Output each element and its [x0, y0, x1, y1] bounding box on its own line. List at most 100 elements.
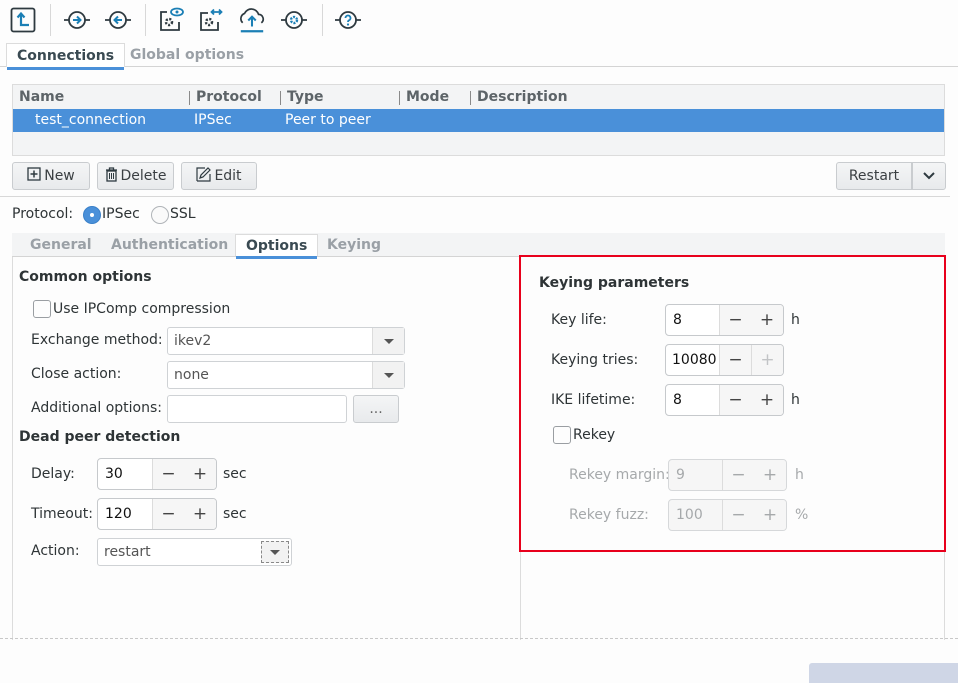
ike-lifetime-label: IKE lifetime:: [551, 392, 636, 408]
timeout-unit: sec: [223, 506, 247, 522]
action-label: Action:: [31, 543, 80, 559]
rekey-checkbox[interactable]: [553, 426, 571, 444]
action-value: restart: [104, 544, 151, 560]
rekey-margin-unit: h: [795, 467, 804, 483]
restart-menu-button[interactable]: [912, 162, 946, 190]
dpd-title: Dead peer detection: [19, 429, 181, 445]
dropdown-arrow-icon[interactable]: [261, 541, 289, 563]
browse-button[interactable]: ...: [353, 395, 399, 423]
column-header-name[interactable]: Name: [19, 89, 64, 105]
tab-authentication[interactable]: Authentication: [101, 234, 238, 256]
action-select[interactable]: restart: [97, 538, 292, 566]
increment-button[interactable]: +: [184, 459, 216, 489]
radio-ssl[interactable]: [151, 206, 169, 224]
rekey-fuzz-unit: %: [795, 507, 809, 523]
delay-value[interactable]: 30: [98, 459, 152, 489]
tab-keying[interactable]: Keying: [317, 234, 391, 256]
decrement-button[interactable]: −: [152, 459, 184, 489]
import-icon[interactable]: [9, 6, 37, 34]
decrement-button[interactable]: −: [719, 385, 751, 415]
column-header-description[interactable]: Description: [477, 89, 568, 105]
upload-icon[interactable]: [238, 6, 266, 34]
key-life-spinner[interactable]: 8 − +: [665, 304, 784, 336]
radio-ssl-label[interactable]: SSL: [170, 206, 196, 222]
key-life-label: Key life:: [551, 312, 607, 328]
increment-button[interactable]: +: [751, 345, 783, 375]
restart-button[interactable]: Restart: [836, 162, 912, 190]
decrement-button[interactable]: −: [722, 500, 754, 530]
table-row[interactable]: test_connection IPSec Peer to peer: [13, 109, 944, 132]
keying-tries-value[interactable]: 10080: [666, 345, 719, 375]
exchange-method-value: ikev2: [174, 333, 212, 349]
tab-general[interactable]: General: [20, 234, 102, 256]
column-header-protocol[interactable]: Protocol: [196, 89, 262, 105]
decrement-button[interactable]: −: [719, 345, 751, 375]
dropdown-arrow-icon[interactable]: [372, 328, 404, 354]
exchange-method-select[interactable]: ikev2: [167, 327, 405, 355]
ipcomp-label[interactable]: Use IPComp compression: [53, 301, 230, 317]
decrement-button[interactable]: −: [719, 305, 751, 335]
add-icon: [27, 167, 41, 185]
view-config-icon[interactable]: [157, 6, 185, 34]
tab-options[interactable]: Options: [235, 234, 319, 259]
keying-title: Keying parameters: [539, 275, 690, 291]
new-label: New: [44, 168, 75, 184]
bottom-button[interactable]: [809, 663, 958, 683]
help-icon[interactable]: [334, 6, 362, 34]
radio-ipsec-label[interactable]: IPSec: [102, 206, 140, 222]
rekey-fuzz-label: Rekey fuzz:: [569, 507, 649, 523]
timeout-value[interactable]: 120: [98, 499, 152, 529]
rekey-margin-label: Rekey margin:: [569, 467, 670, 483]
increment-button[interactable]: +: [751, 385, 783, 415]
dropdown-arrow-icon[interactable]: [372, 362, 404, 388]
trash-icon: [105, 166, 118, 186]
transfer-config-icon[interactable]: [196, 6, 224, 34]
column-separator: [470, 91, 471, 105]
common-options-title: Common options: [19, 269, 152, 285]
additional-options-label: Additional options:: [31, 400, 163, 416]
toolbar-separator: [145, 4, 146, 36]
rekey-label[interactable]: Rekey: [573, 427, 615, 443]
delay-spinner[interactable]: 30 − +: [97, 458, 217, 490]
ike-lifetime-value[interactable]: 8: [666, 385, 719, 415]
connect-icon[interactable]: [63, 6, 91, 34]
edit-button[interactable]: Edit: [181, 162, 257, 190]
column-header-mode[interactable]: Mode: [406, 89, 449, 105]
increment-button[interactable]: +: [184, 499, 216, 529]
timeout-spinner[interactable]: 120 − +: [97, 498, 217, 530]
additional-options-input[interactable]: [167, 395, 347, 423]
tab-global-options[interactable]: Global options: [120, 43, 254, 67]
delete-button[interactable]: Delete: [97, 162, 174, 190]
decrement-button[interactable]: −: [152, 499, 184, 529]
divider: [0, 196, 950, 197]
settings-icon[interactable]: [280, 6, 308, 34]
disconnect-icon[interactable]: [104, 6, 132, 34]
column-header-type[interactable]: Type: [287, 89, 324, 105]
rekey-fuzz-spinner[interactable]: 100 − +: [668, 499, 787, 531]
exchange-method-label: Exchange method:: [31, 332, 163, 348]
rekey-margin-value[interactable]: 9: [669, 460, 722, 490]
restart-label: Restart: [848, 168, 900, 184]
toolbar-separator: [322, 4, 323, 36]
rekey-margin-spinner[interactable]: 9 − +: [668, 459, 787, 491]
decrement-button[interactable]: −: [722, 460, 754, 490]
increment-button[interactable]: +: [754, 460, 786, 490]
tab-connections[interactable]: Connections: [6, 43, 126, 70]
close-action-label: Close action:: [31, 366, 122, 382]
new-button[interactable]: New: [12, 162, 90, 190]
close-action-select[interactable]: none: [167, 361, 405, 389]
key-life-value[interactable]: 8: [666, 305, 719, 335]
column-separator: [189, 91, 190, 105]
rekey-fuzz-value[interactable]: 100: [669, 500, 722, 530]
edit-icon: [196, 166, 212, 186]
cell-protocol: IPSec: [194, 112, 232, 128]
ipcomp-checkbox[interactable]: [33, 300, 51, 318]
ike-lifetime-spinner[interactable]: 8 − +: [665, 384, 784, 416]
panel-border: [12, 257, 13, 640]
increment-button[interactable]: +: [754, 500, 786, 530]
radio-ipsec[interactable]: [83, 206, 101, 224]
keying-tries-spinner[interactable]: 10080 − +: [665, 344, 784, 376]
increment-button[interactable]: +: [751, 305, 783, 335]
delay-unit: sec: [223, 466, 247, 482]
close-action-value: none: [174, 367, 209, 383]
